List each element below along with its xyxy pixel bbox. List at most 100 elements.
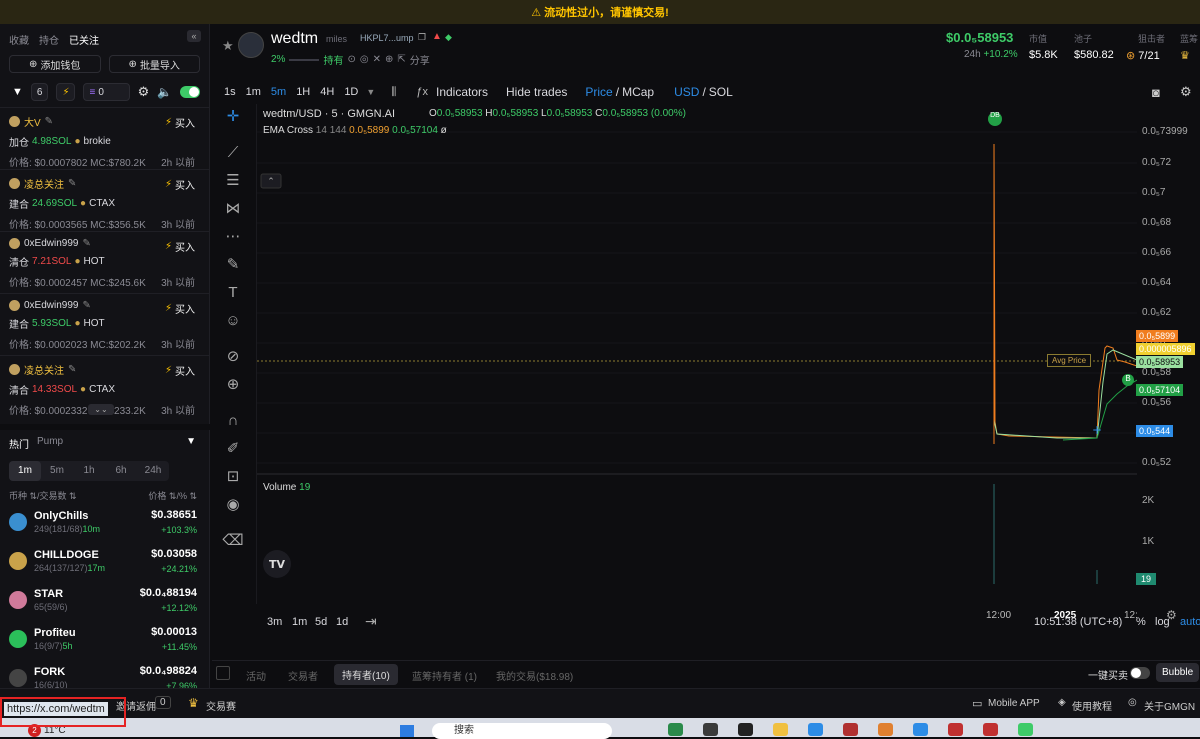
- add-wallet-button[interactable]: ⊕ 添加钱包: [9, 55, 101, 73]
- taskbar-app-icon[interactable]: [808, 723, 823, 736]
- filter-count-badge[interactable]: 6: [30, 83, 49, 101]
- settings-icon[interactable]: ⚙: [138, 84, 150, 100]
- edit-icon[interactable]: ✎: [82, 238, 90, 249]
- taskbar-app-icon[interactable]: [878, 723, 893, 736]
- range-5d[interactable]: 5d: [315, 616, 327, 628]
- horizontal-lines-icon[interactable]: ☰: [222, 170, 244, 192]
- chart-settings-icon[interactable]: ⚙: [1180, 84, 1192, 100]
- taskbar-app-icon[interactable]: [738, 723, 753, 736]
- usd-toggle[interactable]: USD: [674, 85, 699, 99]
- log-toggle[interactable]: log: [1155, 616, 1170, 628]
- collapse-panel-button[interactable]: «: [187, 30, 201, 42]
- share-label[interactable]: 分享: [410, 52, 430, 67]
- batch-import-button[interactable]: ⊕ 批量导入: [108, 55, 200, 73]
- price-chart[interactable]: ⌃ + TV wedtm/USD · 5 · GMGN.AI O0.0₅5895…: [256, 104, 1138, 604]
- tab-activity[interactable]: 活动: [246, 668, 266, 683]
- lock-drawing-icon[interactable]: ✐: [222, 438, 244, 460]
- time-tab-6h[interactable]: 6h: [105, 461, 137, 481]
- price-toggle[interactable]: Price: [585, 85, 612, 99]
- tab-favorites[interactable]: 收藏: [9, 32, 29, 47]
- time-tab-1h[interactable]: 1h: [73, 461, 105, 481]
- tab-holdings[interactable]: 持仓: [39, 32, 59, 47]
- col-price-header[interactable]: 价格 ⇅/% ⇅: [148, 489, 197, 502]
- sound-toggle[interactable]: [180, 86, 200, 98]
- lock-icon[interactable]: ⊡: [222, 466, 244, 488]
- interval-4h[interactable]: 4H: [320, 86, 334, 98]
- edit-icon[interactable]: ✎: [68, 364, 76, 375]
- buy-button[interactable]: ⚡ 买入: [165, 177, 195, 192]
- windows-start-icon[interactable]: [400, 725, 414, 737]
- mobile-app-link[interactable]: Mobile APP: [988, 698, 1040, 709]
- trader-name[interactable]: 0xEdwin999: [24, 238, 78, 249]
- tab-my-trades[interactable]: 我的交易($18.98): [496, 668, 573, 683]
- goto-date-icon[interactable]: ⇥: [365, 613, 377, 630]
- feed-item[interactable]: 凌总关注 ✎ ⚡ 买入 建合 24.69SOL ● CTAX 价格: $0.0003565 MC…: [0, 169, 209, 231]
- edit-icon[interactable]: ✎: [68, 178, 76, 189]
- copy-icon[interactable]: ❐: [418, 32, 426, 43]
- hot-coin-row[interactable]: Profiteu 16(9/7)5h $0.00013 +11.45%: [9, 622, 201, 658]
- candle-type-icon[interactable]: ⫼: [391, 86, 396, 99]
- tab-bluechip-holders[interactable]: 蓝筹持有者 (1): [412, 668, 477, 683]
- taskbar-app-icon[interactable]: [843, 723, 858, 736]
- about-link[interactable]: 关于GMGN: [1144, 698, 1195, 713]
- indicators-icon[interactable]: ƒx: [416, 86, 428, 98]
- pattern-icon[interactable]: ⋈: [222, 198, 244, 220]
- hot-coin-row[interactable]: CHILLDOGE 264(137/127)17m $0.03058 +24.21%: [9, 544, 201, 580]
- trade-token[interactable]: CTAX: [89, 198, 115, 209]
- trade-token[interactable]: CTAX: [89, 384, 115, 395]
- col-token-header[interactable]: 币种 ⇅/交易数 ⇅: [9, 489, 77, 502]
- tutorial-link[interactable]: 使用教程: [1072, 698, 1112, 713]
- buy-button[interactable]: ⚡ 买入: [165, 239, 195, 254]
- range-1m[interactable]: 1m: [292, 616, 307, 628]
- globe-icon[interactable]: ⊕: [385, 54, 393, 65]
- zoom-in-icon[interactable]: ⊕: [222, 374, 244, 396]
- eye-icon[interactable]: ◉: [222, 494, 244, 516]
- interval-1m[interactable]: 1m: [246, 86, 261, 98]
- taskbar-app-icon[interactable]: [948, 723, 963, 736]
- interval-5m[interactable]: 5m: [271, 86, 286, 98]
- indicators-button[interactable]: Indicators: [436, 85, 488, 99]
- feed-item[interactable]: 0xEdwin999 ✎ ⚡ 买入 建合 5.93SOL ● HOT 价格: $0.000202…: [0, 293, 209, 355]
- x-icon[interactable]: ✕: [373, 54, 381, 65]
- camera-icon[interactable]: ◙: [1152, 85, 1160, 100]
- hide-trades-button[interactable]: Hide trades: [506, 85, 567, 99]
- trader-name[interactable]: 大V: [24, 114, 41, 129]
- filter-icon[interactable]: ▼: [12, 86, 23, 98]
- trader-name[interactable]: 凌总关注: [24, 176, 64, 191]
- search-icon[interactable]: ⊙: [347, 54, 355, 65]
- y-axis[interactable]: 0.0₅73999 0.0₅72 0.0₅7 0.0₅68 0.0₅66 0.0₅64 0.…: [1136, 104, 1200, 604]
- taskbar-app-icon[interactable]: [983, 723, 998, 736]
- interval-dropdown-icon[interactable]: ▼: [366, 87, 375, 97]
- taskbar-app-icon[interactable]: [668, 723, 683, 736]
- hot-filter-icon[interactable]: ▼: [186, 436, 196, 447]
- buy-button[interactable]: ⚡ 买入: [165, 115, 195, 130]
- feed-item[interactable]: 大V ✎ ⚡ 买入 加仓 4.98SOL ● brokie 价格: $0.0007802 MC:…: [0, 107, 209, 169]
- fib-icon[interactable]: ⋯: [222, 226, 244, 248]
- coin-icon[interactable]: ◎: [360, 54, 369, 65]
- trade-token[interactable]: HOT: [84, 318, 105, 329]
- auto-toggle[interactable]: auto: [1180, 616, 1200, 628]
- list-count-button[interactable]: ≡ 0: [83, 83, 130, 101]
- bolt-filter-button[interactable]: ⚡: [56, 83, 76, 101]
- edit-icon[interactable]: ✎: [45, 116, 53, 127]
- range-1d[interactable]: 1d: [336, 616, 348, 628]
- buy-button[interactable]: ⚡ 买入: [165, 301, 195, 316]
- tab-holders[interactable]: 持有者(10): [334, 664, 398, 685]
- interval-1s[interactable]: 1s: [224, 86, 236, 98]
- trader-name[interactable]: 0xEdwin999: [24, 300, 78, 311]
- bubble-button[interactable]: Bubble: [1156, 663, 1200, 682]
- trade-token[interactable]: brokie: [84, 136, 111, 147]
- brush-icon[interactable]: ✎: [222, 254, 244, 276]
- magnet-icon[interactable]: ∩: [222, 410, 244, 432]
- sol-toggle[interactable]: SOL: [709, 85, 733, 99]
- hot-coin-row[interactable]: OnlyChills 249(181/68)10m $0.38651 +103.3%: [9, 505, 201, 541]
- share-icon[interactable]: ⇱: [397, 54, 405, 65]
- emoji-icon[interactable]: ☺: [222, 310, 244, 332]
- taskbar-app-icon[interactable]: [913, 723, 928, 736]
- trendline-icon[interactable]: ⟋: [222, 142, 244, 164]
- interval-1h[interactable]: 1H: [296, 86, 310, 98]
- buy-button[interactable]: ⚡ 买入: [165, 363, 195, 378]
- chart-svg[interactable]: ⌃ + TV: [257, 104, 1138, 604]
- expand-more-button[interactable]: ⌄⌄: [88, 404, 114, 415]
- feed-item[interactable]: 0xEdwin999 ✎ ⚡ 买入 清仓 7.21SOL ● HOT 价格: $0.000245…: [0, 231, 209, 293]
